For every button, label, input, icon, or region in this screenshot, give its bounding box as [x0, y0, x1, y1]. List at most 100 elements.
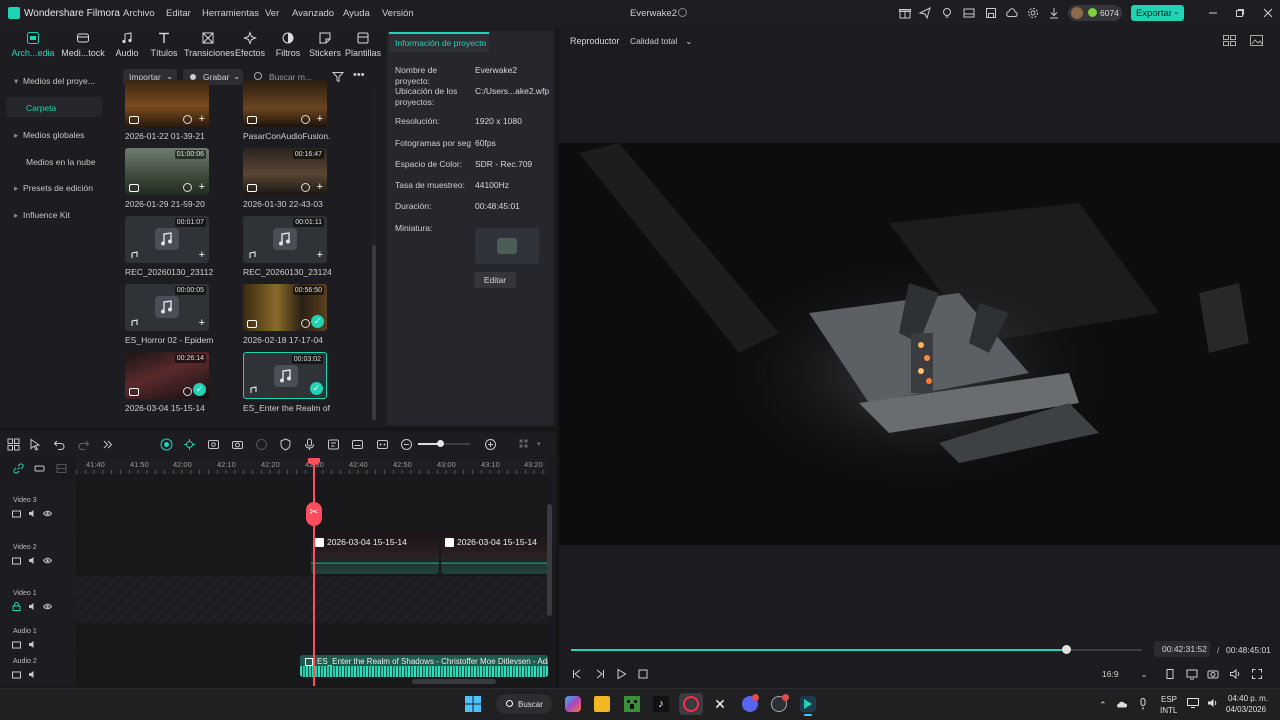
redo-icon[interactable] — [77, 438, 90, 451]
layout-icon[interactable] — [962, 6, 976, 20]
lightbulb-icon[interactable] — [940, 6, 954, 20]
timeline-vertical-scrollbar[interactable] — [547, 504, 552, 616]
play-icon[interactable] — [615, 668, 627, 680]
marker-icon[interactable] — [34, 463, 45, 474]
file-explorer-icon[interactable] — [594, 696, 610, 712]
eye-icon[interactable] — [43, 602, 52, 611]
sidebar-item-edit-presets[interactable]: ▸ Presets de edición — [14, 183, 93, 194]
menu-ayuda[interactable]: Ayuda — [343, 8, 370, 19]
snapshot-view-icon[interactable] — [1250, 35, 1263, 46]
save-icon[interactable] — [984, 6, 998, 20]
media-scrollbar[interactable] — [372, 245, 376, 420]
timeline-settings-icon[interactable] — [518, 438, 531, 451]
onedrive-icon[interactable] — [1116, 699, 1128, 709]
taskbar-time[interactable]: 04:40 p. m. — [1228, 694, 1268, 703]
eye-icon[interactable] — [43, 556, 52, 565]
lock-icon[interactable] — [12, 602, 21, 611]
add-to-timeline-icon[interactable]: + — [199, 182, 205, 193]
copilot-icon[interactable] — [565, 696, 581, 712]
opera-gx-icon[interactable] — [683, 696, 699, 712]
menu-avanzado[interactable]: Avanzado — [292, 8, 334, 19]
sidebar-item-influence-kit[interactable]: ▸ Influence Kit — [14, 210, 70, 221]
speaker-icon[interactable] — [28, 670, 37, 679]
cloud-upload-icon[interactable] — [1005, 6, 1019, 20]
playback-progress-handle[interactable] — [1062, 645, 1071, 654]
media-thumb[interactable]: 00:56:50 ✓ — [243, 284, 327, 331]
tab-titles[interactable]: Títulos — [141, 31, 187, 61]
ai-tool-icon[interactable] — [183, 438, 196, 451]
tiktok-icon[interactable]: ♪ — [653, 696, 669, 712]
select-tool-icon[interactable] — [29, 438, 42, 451]
timeline-horizontal-scrollbar[interactable] — [412, 679, 496, 684]
media-thumb[interactable]: 01:00:06 + — [125, 148, 209, 195]
edit-thumbnail-button[interactable]: Editar — [474, 272, 516, 288]
next-frame-icon[interactable] — [594, 668, 606, 680]
keyboard-lang[interactable]: ESP — [1161, 695, 1177, 704]
video-preview[interactable] — [559, 143, 1280, 545]
gift-icon[interactable] — [898, 6, 912, 20]
taskbar-date[interactable]: 04/03/2026 — [1226, 705, 1266, 714]
speaker-icon[interactable] — [1207, 698, 1219, 708]
media-thumb[interactable]: + — [125, 80, 209, 127]
folder-icon[interactable] — [12, 509, 21, 518]
zoom-out-icon[interactable] — [400, 438, 413, 451]
quality-dropdown[interactable]: Calidad total ⌄ — [630, 36, 692, 47]
sidebar-item-global-media[interactable]: ▸ Medios globales — [14, 130, 84, 141]
display-icon[interactable] — [1186, 668, 1198, 680]
capcut-icon[interactable]: ✕ — [712, 696, 728, 712]
speaker-icon[interactable] — [28, 509, 37, 518]
audio-clip[interactable]: ES_Enter the Realm of Shadows - Christof… — [300, 655, 548, 677]
record-voice-icon[interactable] — [231, 438, 244, 451]
folder-icon[interactable] — [12, 670, 21, 679]
tab-transitions[interactable]: Transiciones — [184, 31, 235, 61]
render-preview-icon[interactable] — [1164, 668, 1176, 680]
sidebar-item-project-media[interactable]: ▾ Medios del proye... — [14, 76, 95, 87]
taskbar-search[interactable]: Buscar — [496, 694, 552, 714]
chevron-up-icon[interactable]: ⌃ — [1099, 700, 1107, 711]
add-to-timeline-icon[interactable]: + — [199, 250, 205, 261]
add-to-timeline-icon[interactable]: + — [317, 182, 323, 193]
media-thumb[interactable]: + — [243, 80, 327, 127]
disabled-tool-icon[interactable] — [255, 438, 268, 451]
close-icon[interactable] — [1263, 8, 1273, 18]
grid-view-icon[interactable] — [1223, 35, 1236, 46]
video-clip[interactable]: 2026-03-04 15-15-14 — [311, 532, 439, 574]
menu-herramientas[interactable]: Herramientas — [202, 8, 259, 19]
chevron-down-icon[interactable]: ▾ — [537, 440, 541, 448]
eye-icon[interactable] — [43, 509, 52, 518]
menu-version[interactable]: Versión — [382, 8, 414, 19]
microphone-icon[interactable] — [303, 438, 316, 451]
volume-icon[interactable] — [1229, 668, 1241, 680]
fullscreen-icon[interactable] — [1251, 668, 1263, 680]
scissors-icon[interactable]: ✂ — [306, 502, 322, 526]
media-thumb[interactable]: 00:16:47 + — [243, 148, 327, 195]
media-thumb[interactable]: 00:26:14 ✓ — [125, 352, 209, 399]
track-manager-icon[interactable] — [56, 463, 67, 474]
audio-stretch-icon[interactable] — [207, 438, 220, 451]
media-thumb-selected[interactable]: 00:03:02 ✓ — [243, 352, 327, 399]
add-to-timeline-icon[interactable]: + — [199, 318, 205, 329]
tab-project-info[interactable]: Información de proyecto — [389, 32, 489, 52]
project-thumbnail[interactable] — [475, 228, 539, 264]
media-thumb[interactable]: 00:00:05 + — [125, 284, 209, 331]
microphone-icon[interactable] — [1139, 698, 1147, 710]
display-icon[interactable] — [1187, 698, 1199, 708]
layout-grid-icon[interactable] — [7, 438, 20, 451]
prev-frame-icon[interactable] — [571, 668, 583, 680]
tab-templates[interactable]: Plantillas — [339, 31, 387, 61]
menu-archivo[interactable]: Archivo — [123, 8, 155, 19]
subtitle-icon[interactable] — [351, 438, 364, 451]
export-button[interactable]: Exportar ⌄ — [1131, 5, 1184, 21]
text-to-speech-icon[interactable] — [327, 438, 340, 451]
minimize-icon[interactable] — [1208, 8, 1218, 18]
send-icon[interactable] — [918, 6, 932, 20]
folder-icon[interactable] — [12, 556, 21, 565]
stop-icon[interactable] — [637, 668, 649, 680]
playhead-line[interactable] — [313, 462, 315, 686]
media-thumb[interactable]: 00:01:11 + — [243, 216, 327, 263]
zoom-in-icon[interactable] — [484, 438, 497, 451]
tab-project-media[interactable]: Arch...edia — [10, 31, 56, 61]
zoom-slider-handle[interactable] — [437, 440, 444, 447]
auto-ripple-icon[interactable] — [160, 438, 173, 451]
snapshot-icon[interactable] — [376, 438, 389, 451]
